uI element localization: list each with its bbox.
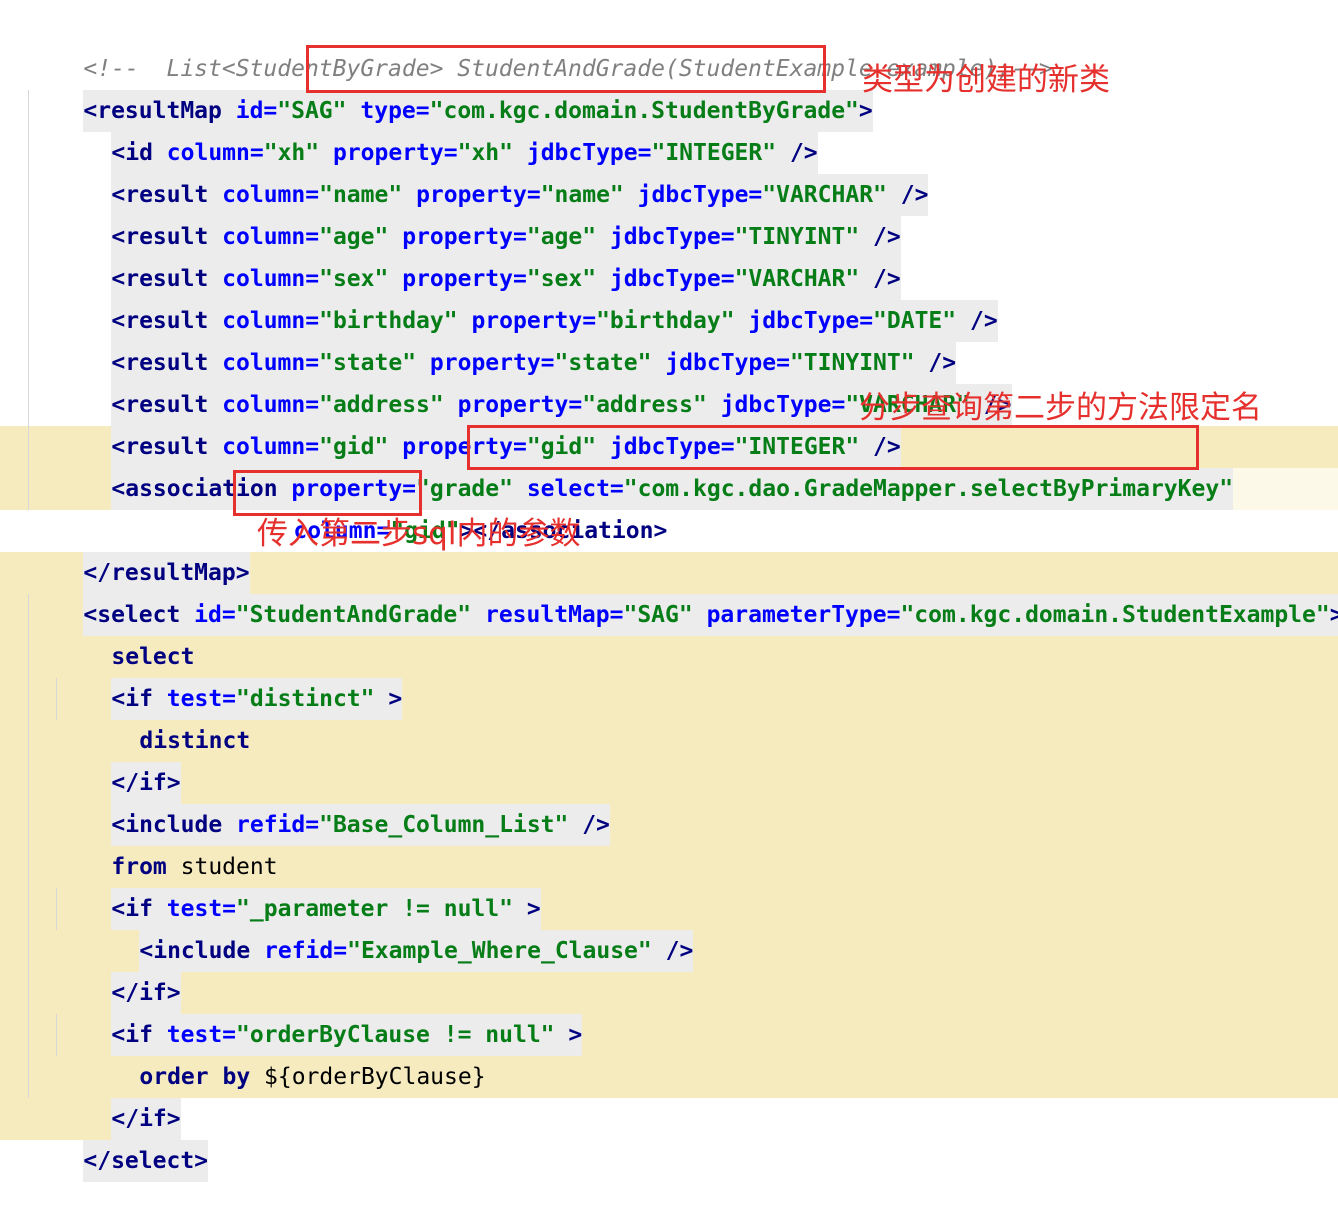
code-line-result-address: <result column="address" property="addre…	[0, 342, 1338, 426]
code-line-if-close: </if>	[0, 720, 1338, 804]
code-line-comment: <!-- List<StudentByGrade> StudentAndGrad…	[0, 6, 1338, 82]
code-line-result-age: <result column="age" property="age" jdbc…	[0, 174, 1338, 258]
code-line-association-column: column="gid"></association>	[0, 468, 1338, 544]
annotation-column-note: 传入第二步sql内的参数	[257, 516, 581, 552]
code-line-order-by: order by ${orderByClause}	[0, 1014, 1338, 1090]
annotation-select-note: 分步查询第二步的方法限定名	[859, 390, 1262, 426]
highlight-box-column	[233, 470, 422, 516]
code-line-if-close: </if>	[0, 930, 1338, 1014]
code-editor[interactable]: <!-- List<StudentByGrade> StudentAndGrad…	[0, 0, 1338, 1182]
highlight-box-type	[306, 45, 826, 93]
code-line-if-parameter: <if test="_parameter != null" >	[0, 846, 1338, 930]
code-line-select-open: <select id="StudentAndGrade" resultMap="…	[0, 552, 1338, 636]
highlight-box-select	[467, 425, 1199, 470]
code-line-if-orderby: <if test="orderByClause != null" >	[0, 972, 1338, 1056]
select-close-tag: </select>	[83, 1140, 209, 1182]
code-line-include-where: <include refid="Example_Where_Clause" />	[0, 888, 1338, 972]
code-line-include-base: <include refid="Base_Column_List" />	[0, 762, 1338, 846]
code-line-select-close: </select>	[0, 1098, 1338, 1182]
code-line-from: from student	[0, 804, 1338, 880]
code-line-if-distinct: <if test="distinct" >	[0, 636, 1338, 720]
code-line-id: <id column="xh" property="xh" jdbcType="…	[0, 90, 1338, 174]
code-line-result-name: <result column="name" property="name" jd…	[0, 132, 1338, 216]
code-line-result-birthday: <result column="birthday" property="birt…	[0, 258, 1338, 342]
code-line-result-sex: <result column="sex" property="sex" jdbc…	[0, 216, 1338, 300]
code-line-result-state: <result column="state" property="state" …	[0, 300, 1338, 384]
code-line-if-close: </if>	[0, 1056, 1338, 1140]
annotation-type-note: 类型为创建的新类	[862, 62, 1110, 98]
code-line-resultmap-close: </resultMap>	[0, 510, 1338, 594]
code-line-select-keyword: select	[0, 594, 1338, 670]
code-line-distinct: distinct	[0, 678, 1338, 754]
